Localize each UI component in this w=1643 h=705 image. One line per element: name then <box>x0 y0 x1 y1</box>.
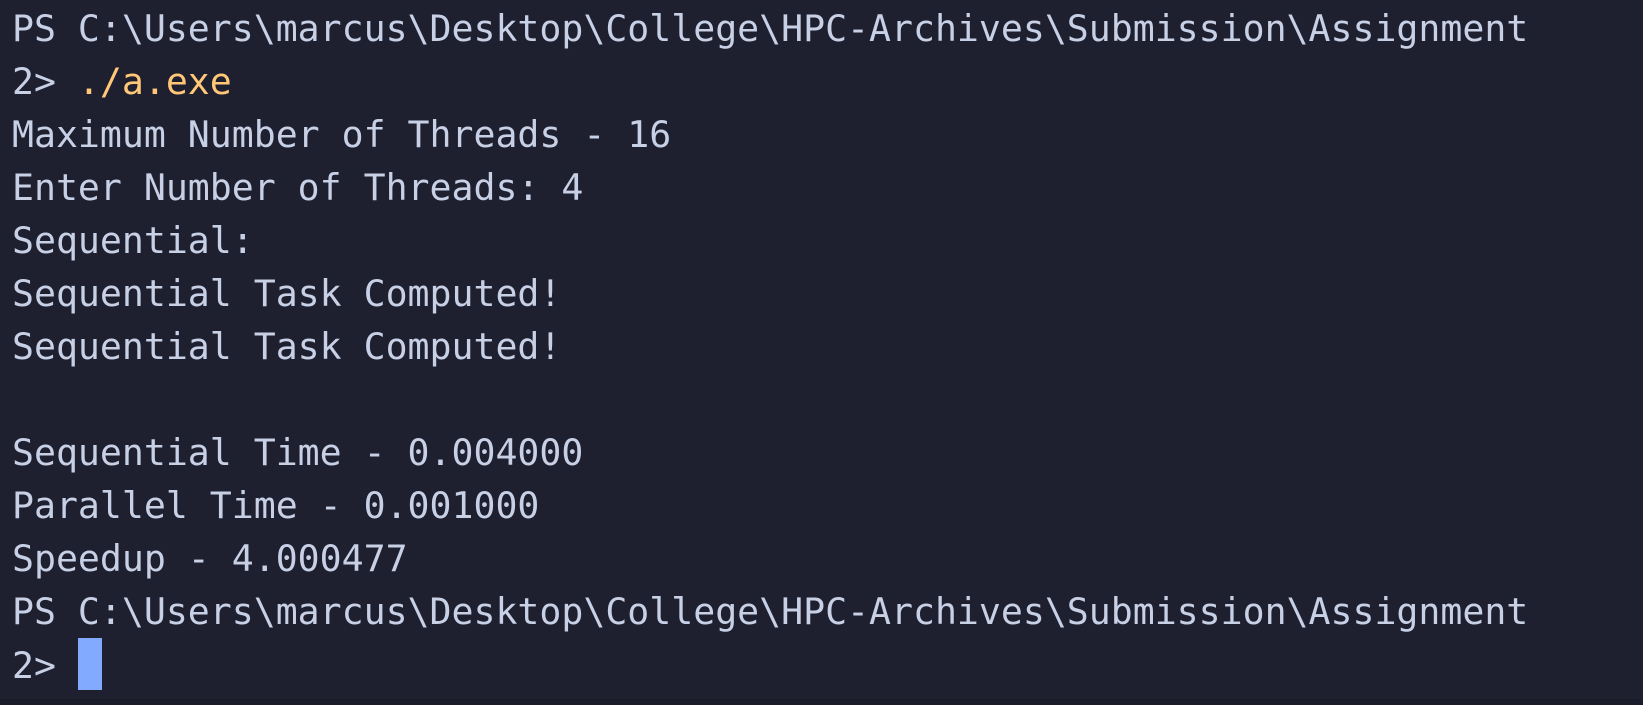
output-line: Maximum Number of Threads - 16 <box>12 113 672 156</box>
window-bottom-edge <box>0 699 1643 705</box>
output-line: Sequential: <box>12 219 254 262</box>
prompt-suffix: 2> <box>12 644 56 687</box>
prompt-input-line[interactable]: 2> <box>12 638 1643 691</box>
output-line: Sequential Task Computed! <box>12 272 562 315</box>
prompt-path-line: PS C:\Users\marcus\Desktop\College\HPC-A… <box>12 590 1529 633</box>
output-line: Sequential Time - 0.004000 <box>12 431 584 474</box>
prompt-path-line: PS C:\Users\marcus\Desktop\College\HPC-A… <box>12 7 1529 50</box>
terminal-window[interactable]: PS C:\Users\marcus\Desktop\College\HPC-A… <box>0 0 1643 705</box>
output-line: Speedup - 4.000477 <box>12 537 408 580</box>
output-line: Sequential Task Computed! <box>12 325 562 368</box>
command-text: ./a.exe <box>77 60 232 103</box>
prompt-suffix: 2> <box>12 60 78 103</box>
output-line: Enter Number of Threads: 4 <box>12 166 584 209</box>
prompt-command-line: 2> ./a.exe <box>12 55 1643 108</box>
text-cursor[interactable] <box>77 638 102 690</box>
output-line: Parallel Time - 0.001000 <box>12 484 540 527</box>
